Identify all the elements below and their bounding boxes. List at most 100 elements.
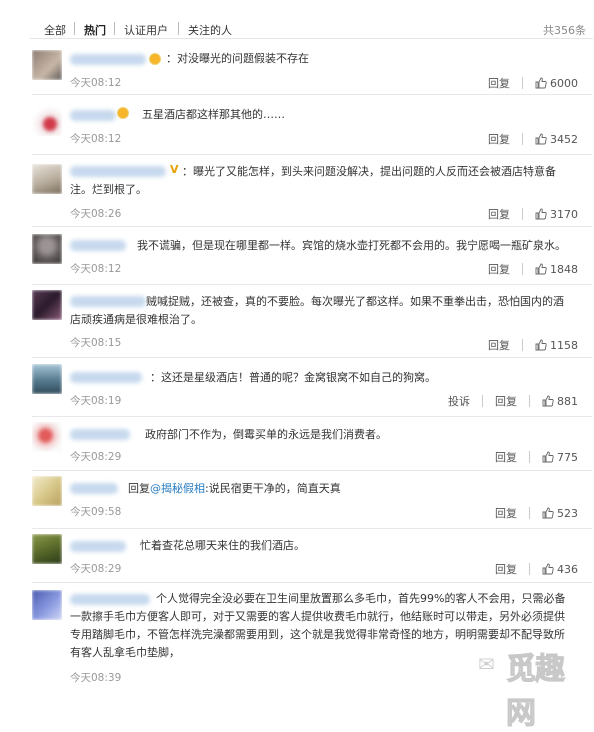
tab-hot[interactable]: 热门 <box>84 22 106 38</box>
like-count: 1158 <box>550 338 578 352</box>
reply-button[interactable]: 回复 <box>476 206 522 222</box>
comment-time: 今天08:15 <box>70 337 122 349</box>
like-count: 6000 <box>550 76 578 90</box>
avatar[interactable] <box>32 290 62 320</box>
reply-button[interactable]: 回复 <box>476 337 522 353</box>
comment-divider <box>32 416 592 417</box>
comment-divider <box>32 470 592 471</box>
reply-button[interactable]: 回复 <box>476 131 522 147</box>
avatar[interactable] <box>32 164 62 194</box>
like-button[interactable]: 6000 <box>523 77 578 90</box>
reply-button[interactable]: 回复 <box>483 561 529 577</box>
comment-time: 今天08:12 <box>70 133 122 145</box>
comment-actions: 回复 6000 <box>476 75 578 91</box>
mention-link[interactable]: @揭秘假相 <box>150 482 205 495</box>
like-count: 775 <box>557 450 578 464</box>
like-button[interactable]: 1848 <box>523 263 578 276</box>
avatar[interactable] <box>32 106 62 136</box>
comment-time: 今天08:29 <box>70 451 122 463</box>
avatar[interactable] <box>32 364 62 394</box>
tab-separator <box>178 22 179 35</box>
like-count: 881 <box>557 394 578 408</box>
reply-button[interactable]: 回复 <box>483 393 529 409</box>
comment-time: 今天08:19 <box>70 395 122 407</box>
thumbs-up-icon <box>542 507 554 519</box>
watermark-text: 觅趣网 <box>506 652 566 732</box>
comment-time: 今天08:29 <box>70 563 122 575</box>
member-badge-icon <box>150 54 160 64</box>
like-button[interactable]: 436 <box>530 563 578 576</box>
report-button[interactable]: 投诉 <box>436 393 482 409</box>
username[interactable] <box>70 429 130 440</box>
avatar[interactable] <box>32 422 62 452</box>
like-count: 436 <box>557 562 578 576</box>
thumbs-up-icon <box>535 133 547 145</box>
thumbs-up-icon <box>542 451 554 463</box>
comment-actions: 回复 1158 <box>476 337 578 353</box>
tab-all[interactable]: 全部 <box>44 22 66 38</box>
comment-divider <box>32 284 592 285</box>
comment-actions: 回复 3452 <box>476 131 578 147</box>
comment-filter-tabs: 全部 热门 认证用户 关注的人 共356条 <box>0 0 594 40</box>
comment-time: 今天08:12 <box>70 77 122 89</box>
avatar[interactable] <box>32 476 62 506</box>
username[interactable] <box>70 240 126 251</box>
reply-button[interactable]: 回复 <box>483 505 529 521</box>
comment-text: ：曝光了又能怎样，到头来问题没解决，提出问题的人反而还会被酒店特意备注。烂到根了… <box>70 165 556 196</box>
like-count: 3170 <box>550 207 578 221</box>
reply-button[interactable]: 回复 <box>483 449 529 465</box>
reply-prefix: 回复 <box>128 482 150 495</box>
comment-text: 我不谎骗，但是现在哪里都一样。宾馆的烧水壶打死都不会用的。我宁愿喝一瓶矿泉水。 <box>137 239 566 252</box>
comment-actions: 回复 523 <box>483 505 578 521</box>
comment-divider <box>32 582 592 583</box>
username[interactable] <box>70 54 146 65</box>
thumbs-up-icon <box>542 563 554 575</box>
site-watermark: ✉ 觅趣网 <box>474 638 592 732</box>
reply-button[interactable]: 回复 <box>476 261 522 277</box>
comment-text: 政府部门不作为，倒霉买单的永远是我们消费者。 <box>145 428 387 441</box>
like-button[interactable]: 775 <box>530 451 578 464</box>
comment-time: 今天08:12 <box>70 263 122 275</box>
like-button[interactable]: 881 <box>530 395 578 408</box>
comment-text: 五星酒店都这样那其他的…… <box>142 108 285 121</box>
comment-actions: 回复 3170 <box>476 206 578 222</box>
avatar[interactable] <box>32 590 62 620</box>
tab-following[interactable]: 关注的人 <box>188 22 232 38</box>
username[interactable] <box>70 483 118 494</box>
chat-bubble-icon: ✉ <box>478 652 495 676</box>
tab-verified-users[interactable]: 认证用户 <box>124 22 168 38</box>
tab-separator <box>74 22 75 35</box>
comment-time: 今天08:26 <box>70 208 122 220</box>
thumbs-up-icon <box>535 339 547 351</box>
username[interactable] <box>70 541 126 552</box>
like-count: 3452 <box>550 132 578 146</box>
username[interactable] <box>70 110 116 121</box>
like-count: 523 <box>557 506 578 520</box>
avatar[interactable] <box>32 534 62 564</box>
comment-actions: 回复 775 <box>483 449 578 465</box>
comment-divider <box>32 357 592 358</box>
member-badge-icon <box>118 108 128 118</box>
tab-separator <box>114 22 115 35</box>
comment-text: 回复@揭秘假相:说民宿更干净的，简直天真 <box>128 480 341 498</box>
thumbs-up-icon <box>535 77 547 89</box>
comment-text: 贼喊捉贼，还被查，真的不要脸。每次曝光了都这样。如果不重拳出击，恐怕国内的酒店顽… <box>70 295 564 326</box>
comment-divider <box>32 94 592 95</box>
comment-text: 忙着查花总哪天来住的我们酒店。 <box>140 539 305 552</box>
comment-text: ：这还是星级酒店！普通的呢？金窝银窝不如自己的狗窝。 <box>150 371 436 384</box>
avatar[interactable] <box>32 50 62 80</box>
comment-actions: 投诉 回复 881 <box>436 393 578 409</box>
like-button[interactable]: 3170 <box>523 208 578 221</box>
comment-time: 今天09:58 <box>70 506 122 518</box>
reply-button[interactable]: 回复 <box>476 75 522 91</box>
comment-divider <box>32 226 592 227</box>
like-button[interactable]: 1158 <box>523 339 578 352</box>
like-button[interactable]: 3452 <box>523 133 578 146</box>
comment-text: ：对没曝光的问题假装不存在 <box>166 52 309 65</box>
username[interactable] <box>70 372 142 383</box>
avatar[interactable] <box>32 234 62 264</box>
thumbs-up-icon <box>535 208 547 220</box>
comment-actions: 回复 1848 <box>476 261 578 277</box>
like-button[interactable]: 523 <box>530 507 578 520</box>
like-count: 1848 <box>550 262 578 276</box>
